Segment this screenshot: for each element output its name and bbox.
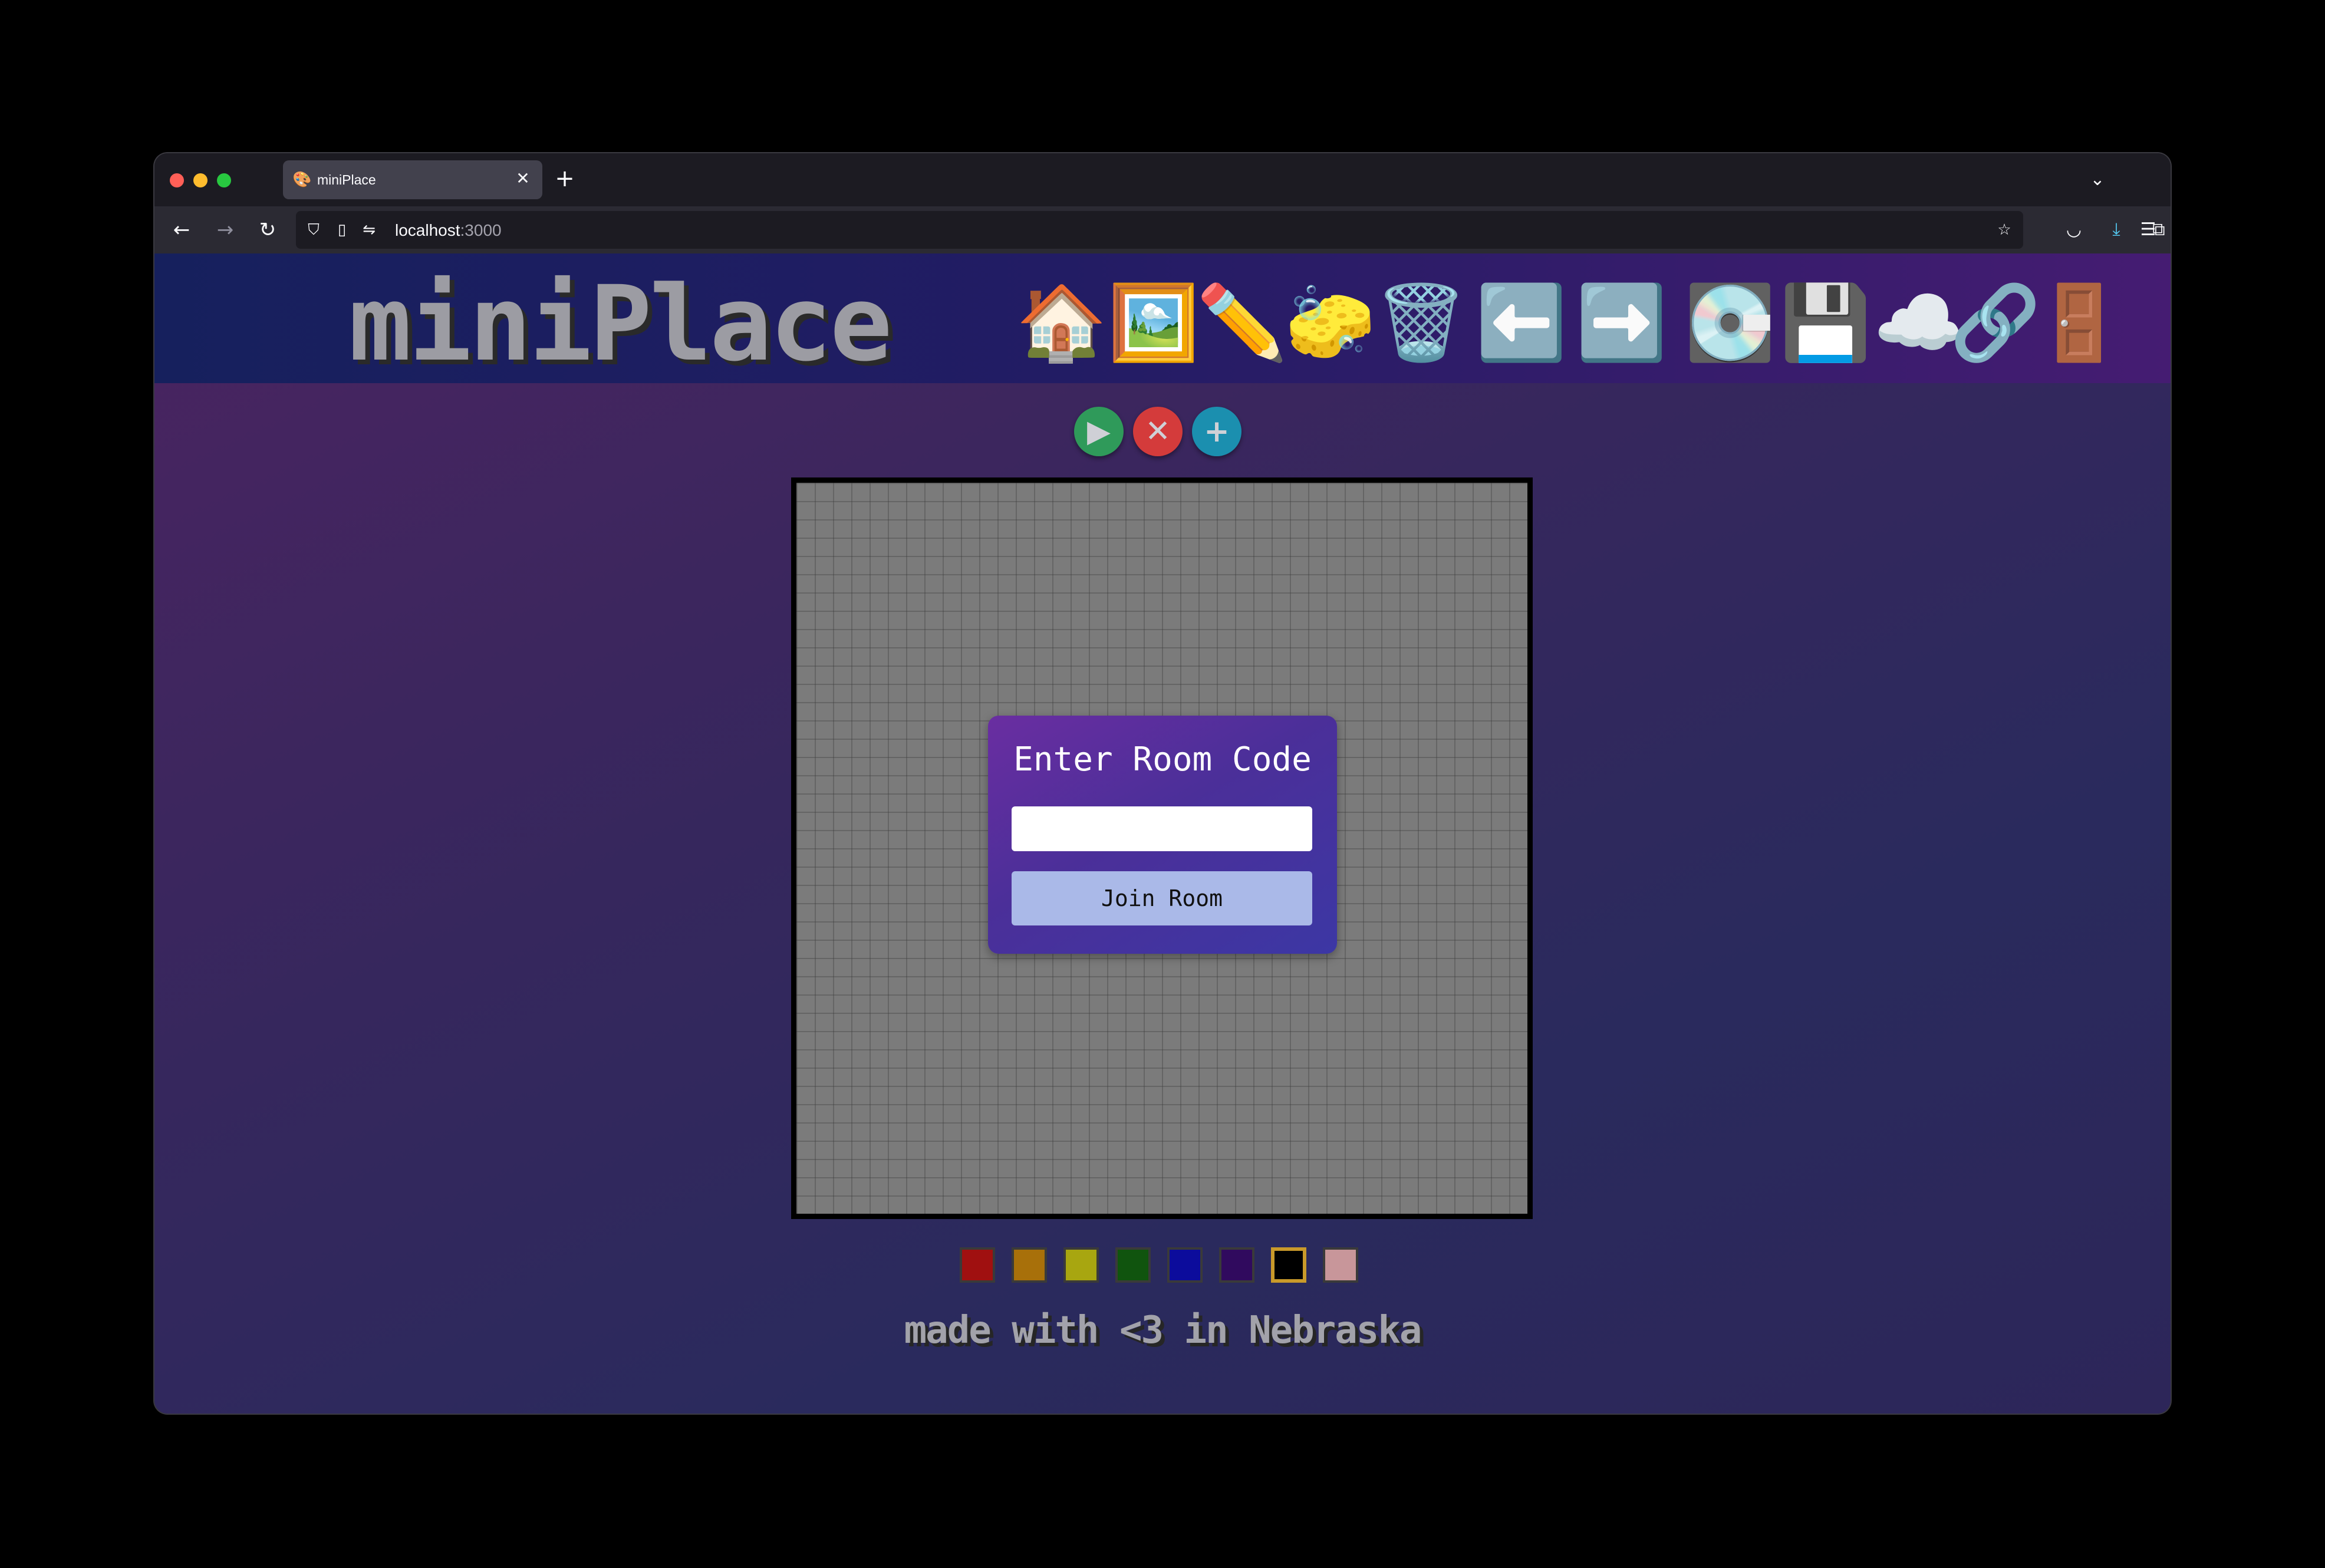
color-swatch[interactable] — [1115, 1247, 1151, 1283]
close-tab-icon[interactable]: ✕ — [513, 169, 533, 189]
maximize-window-button[interactable] — [217, 173, 231, 187]
pencil-icon[interactable]: ✏️ — [1197, 276, 1287, 370]
color-swatch[interactable] — [1219, 1247, 1254, 1283]
play-button[interactable]: ▶ — [1074, 407, 1124, 456]
share-icon[interactable]: 🔗 — [1950, 276, 2041, 370]
tab-title: miniPlace — [317, 172, 376, 187]
bookmark-star-icon[interactable]: ☆ — [1994, 219, 2015, 241]
room-code-dialog: Enter Room Code Join Room — [988, 716, 1337, 954]
shield-icon[interactable]: ⛉ — [303, 219, 324, 241]
join-room-button[interactable]: Join Room — [1012, 871, 1312, 925]
footer-text: made with <3 in Nebraska — [904, 1309, 1422, 1352]
menu-icon[interactable]: ☰ — [2133, 215, 2163, 245]
palette-icon: 🎨 — [292, 171, 312, 189]
pocket-icon[interactable]: ◡ — [2059, 215, 2089, 245]
tab-bar: 🎨 miniPlace ✕ + ⌄ — [154, 153, 2171, 206]
color-swatch[interactable] — [1323, 1247, 1358, 1283]
app-header: miniPlace 🏠 🖼️ ✏️ 🧽 🗑️ ⬅️ ➡️ 💽 💾 ☁️ 🔗 🚪 — [154, 253, 2171, 383]
url-text[interactable]: localhost:3000 — [395, 221, 502, 240]
chevron-down-icon[interactable]: ⌄ — [2083, 166, 2112, 195]
url-host: localhost — [395, 221, 460, 239]
exit-door-icon[interactable]: 🚪 — [2034, 276, 2125, 370]
undo-arrow-icon[interactable]: ⬅️ — [1476, 276, 1567, 370]
new-tab-button[interactable]: + — [551, 165, 579, 193]
color-swatch[interactable] — [1063, 1247, 1099, 1283]
url-port: :3000 — [460, 221, 502, 239]
add-button[interactable]: + — [1192, 407, 1241, 456]
browser-window: 🎨 miniPlace ✕ + ⌄ ← → ↻ ⛉ ▯ ⇋ localhost:… — [154, 153, 2171, 1414]
tab-miniplace[interactable]: 🎨 miniPlace ✕ — [283, 160, 542, 199]
dialog-title: Enter Room Code — [1013, 740, 1312, 779]
reload-icon[interactable]: ↻ — [252, 215, 283, 245]
cancel-button[interactable]: ✕ — [1133, 407, 1183, 456]
permissions-icon[interactable]: ⇋ — [358, 219, 380, 241]
redo-arrow-icon[interactable]: ➡️ — [1576, 276, 1667, 370]
color-swatch[interactable] — [960, 1247, 995, 1283]
hard-drive-icon[interactable]: 💽 — [1685, 276, 1776, 370]
url-bar[interactable]: ⛉ ▯ ⇋ localhost:3000 ☆ — [296, 211, 2023, 249]
room-code-input[interactable] — [1012, 806, 1312, 851]
color-swatch[interactable] — [1012, 1247, 1047, 1283]
color-swatch[interactable] — [1271, 1247, 1306, 1283]
download-icon[interactable]: ⤓ — [2101, 215, 2132, 245]
app-logo: miniPlace — [349, 263, 893, 384]
back-arrow-icon[interactable]: ← — [166, 215, 197, 245]
minimize-window-button[interactable] — [193, 173, 208, 187]
page-icon[interactable]: ▯ — [331, 219, 353, 241]
color-swatch[interactable] — [1167, 1247, 1203, 1283]
close-window-button[interactable] — [170, 173, 184, 187]
forward-arrow-icon[interactable]: → — [210, 215, 241, 245]
home-icon[interactable]: 🏠 — [1016, 276, 1107, 370]
mona-lisa-icon[interactable]: 🖼️ — [1108, 276, 1199, 370]
floppy-disk-icon[interactable]: 💾 — [1780, 276, 1871, 370]
eraser-icon[interactable]: 🧽 — [1285, 276, 1376, 370]
trash-icon[interactable]: 🗑️ — [1376, 276, 1467, 370]
page-content: miniPlace 🏠 🖼️ ✏️ 🧽 🗑️ ⬅️ ➡️ 💽 💾 ☁️ 🔗 🚪 ▶ ✕ + Enter… — [154, 253, 2171, 1414]
navigation-bar: ← → ↻ ⛉ ▯ ⇋ localhost:3000 ☆ ◡ ⤓ ⧉ — [154, 206, 2171, 253]
